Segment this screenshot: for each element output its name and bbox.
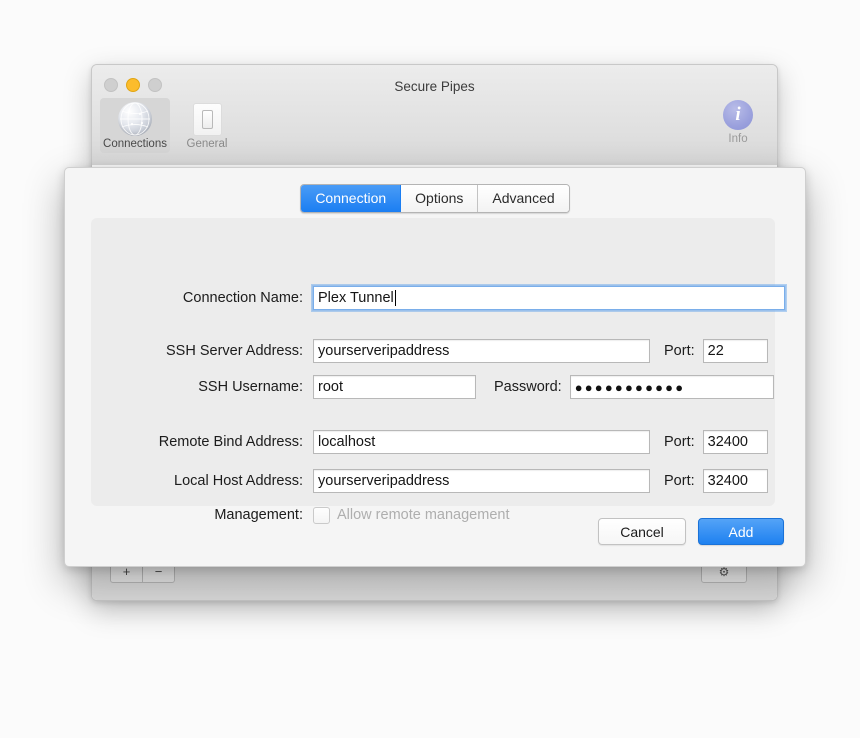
tab-advanced[interactable]: Advanced [478, 185, 569, 212]
globe-icon [118, 102, 152, 136]
ssh-server-address-label: SSH Server Address: [166, 343, 303, 359]
add-button[interactable]: Add [698, 518, 784, 545]
local-host-address-row: Local Host Address: yourserveripaddress … [148, 468, 768, 494]
window-title: Secure Pipes [394, 79, 475, 94]
globe-icon-lines [120, 102, 150, 136]
allow-remote-management-label: Allow remote management [337, 507, 510, 523]
toolbar-item-info[interactable]: i Info [709, 98, 767, 145]
connection-name-row: Connection Name: Plex Tunnel [160, 284, 787, 312]
dialog-button-bar: Cancel Add [598, 518, 784, 545]
ssh-server-port-label: Port: [664, 343, 695, 359]
dialog-tabbar: Connection Options Advanced [65, 184, 805, 213]
password-label: Password: [494, 379, 562, 395]
connection-name-input[interactable]: Plex Tunnel [311, 284, 787, 312]
tab-group: Connection Options Advanced [300, 184, 570, 213]
remote-bind-address-label: Remote Bind Address: [158, 434, 303, 450]
management-label: Management: [214, 507, 303, 523]
remote-bind-port-label: Port: [664, 434, 695, 450]
ssh-username-row: SSH Username: root Password: ●●●●●●●●●●● [185, 374, 774, 400]
tab-connection[interactable]: Connection [301, 185, 402, 212]
remote-bind-address-row: Remote Bind Address: localhost Port: 324… [134, 429, 768, 455]
remote-bind-address-input[interactable]: localhost [313, 430, 650, 454]
toolbar-item-connections-label: Connections [103, 138, 167, 150]
toolbar-item-info-label: Info [728, 133, 748, 145]
globe-icon-wrap [100, 102, 170, 136]
switch-icon [192, 102, 222, 136]
tab-options[interactable]: Options [401, 185, 479, 212]
management-row: Management: Allow remote management [191, 502, 509, 528]
local-host-address-input[interactable]: yourserveripaddress [313, 469, 650, 493]
cancel-button[interactable]: Cancel [598, 518, 686, 545]
ssh-username-input[interactable]: root [313, 375, 476, 399]
toolbar-item-general-label: General [186, 138, 228, 150]
switch-icon-wrap [172, 102, 242, 136]
password-input[interactable]: ●●●●●●●●●●● [569, 375, 774, 399]
window-titlebar: Secure Pipes Connections General i Info [92, 65, 777, 166]
connection-name-value: Plex Tunnel [318, 290, 394, 306]
toolbar-item-connections[interactable]: Connections [100, 98, 170, 153]
switch-icon-toggle [201, 109, 213, 129]
local-host-port-label: Port: [664, 473, 695, 489]
ssh-server-address-row: SSH Server Address: yourserveripaddress … [146, 338, 768, 364]
connection-form-panel: Connection Name: Plex Tunnel SSH Server … [91, 218, 787, 524]
text-caret [394, 290, 396, 306]
toolbar-item-general[interactable]: General [172, 98, 242, 153]
remote-bind-port-input[interactable]: 32400 [702, 430, 768, 454]
ssh-server-port-input[interactable]: 22 [702, 339, 768, 363]
allow-remote-management-checkbox[interactable] [313, 506, 330, 524]
ssh-username-label: SSH Username: [198, 379, 303, 395]
window-toolbar: Connections General [100, 98, 242, 153]
connection-dialog: Connection Options Advanced Connection N… [64, 167, 806, 567]
connection-name-label: Connection Name: [182, 290, 303, 306]
local-host-address-label: Local Host Address: [174, 473, 303, 489]
info-icon: i [723, 100, 753, 130]
ssh-server-address-input[interactable]: yourserveripaddress [313, 339, 650, 363]
local-host-port-input[interactable]: 32400 [702, 469, 768, 493]
